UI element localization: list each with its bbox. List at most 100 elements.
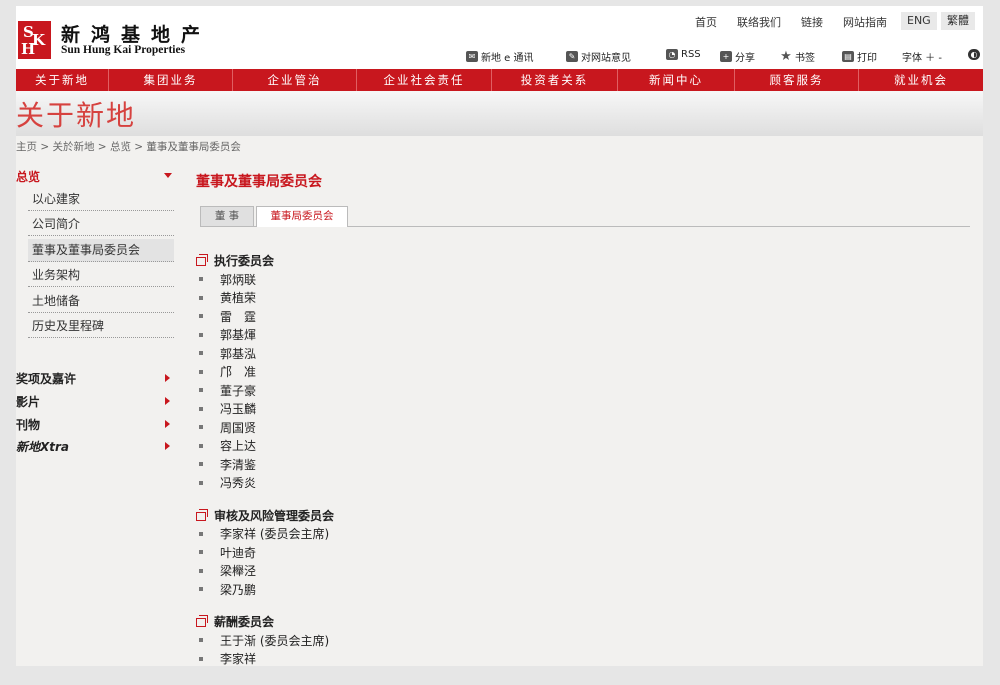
lang-tc[interactable]: 繁體: [941, 12, 975, 30]
member-name: 雷 霆: [220, 309, 257, 324]
sidebar-item-active[interactable]: 董事及董事局委员会: [28, 239, 174, 262]
rss-icon: ◔: [666, 49, 678, 60]
member-name: 梁櫸泾: [220, 564, 257, 578]
member-item: 雷 霆: [196, 308, 256, 325]
committee-title-label: 执行委员会: [214, 254, 275, 268]
nav-about[interactable]: 关于新地: [16, 69, 109, 91]
nav-news[interactable]: 新闻中心: [618, 69, 735, 91]
top-link-home[interactable]: 首页: [695, 14, 717, 30]
nav-investor[interactable]: 投资者关系: [492, 69, 618, 91]
committee-title-label: 审核及风险管理委员会: [214, 508, 335, 523]
print-icon: ▤: [842, 51, 854, 62]
sidebar-item[interactable]: 公司简介: [28, 213, 174, 236]
shk-logo[interactable]: SKH: [18, 21, 51, 59]
tab-committees[interactable]: 董事局委员会: [256, 206, 348, 227]
sidebar-item[interactable]: 历史及里程碑: [28, 315, 174, 338]
member-name: 黄植荣: [220, 291, 257, 305]
bullet-icon: [199, 425, 203, 429]
logo-mark: SKH: [21, 23, 46, 58]
member-item: 叶迪奇: [196, 544, 256, 561]
sidebar-category[interactable]: 刊物: [16, 416, 174, 434]
browser-frame: SKH 新鸿基地产 Sun Hung Kai Properties 首页 联络我…: [0, 0, 1000, 685]
member-item: 郭基煇: [196, 326, 256, 343]
window-icon: [196, 254, 208, 266]
brand-name-cn: 新鸿基地产: [61, 24, 212, 46]
sidebar-category-label: 刊物: [16, 418, 41, 432]
bullet-icon: [199, 277, 203, 281]
main-nav: 关于新地 集团业务 企业管治 企业社会责任 投资者关系 新闻中心 顾客服务 就业…: [16, 69, 983, 91]
sidebar-category[interactable]: 奖项及嘉许: [16, 370, 174, 388]
tab-directors[interactable]: 董 事: [200, 206, 254, 226]
page-banner: 关于新地: [16, 91, 983, 136]
bullet-icon: [199, 480, 203, 485]
nav-governance[interactable]: 企业管治: [233, 69, 357, 91]
committee-title-label: 薪酬委员会: [214, 615, 275, 629]
lang-eng[interactable]: ENG: [901, 12, 937, 30]
member-item: 郭基泓: [196, 345, 256, 362]
member-name: 叶迪奇: [220, 545, 257, 560]
arrow-right-icon: [165, 374, 170, 382]
member-name: 李清鉴: [220, 457, 257, 472]
contrast-icon: ◐: [968, 49, 980, 60]
caret-down-icon: [164, 173, 172, 178]
bullet-icon: [199, 388, 203, 392]
top-link-sitemap[interactable]: 网站指南: [843, 14, 887, 30]
tab-bar: 董 事 董事局委员会: [200, 206, 970, 227]
tool-share[interactable]: + 分享: [720, 49, 755, 64]
member-item: 王于渐 (委员会主席): [196, 632, 329, 649]
brand-name-en: Sun Hung Kai Properties: [61, 44, 186, 56]
tool-feedback[interactable]: ✎ 对网站意见: [566, 49, 631, 64]
top-link-links[interactable]: 链接: [801, 14, 823, 30]
tool-fontsize[interactable]: 字体 ＋ -: [902, 49, 942, 64]
member-name: 郭基煇: [220, 328, 257, 342]
enews-icon: ✉: [466, 51, 478, 62]
member-item: 董子豪: [196, 382, 256, 399]
committee-title: 执行委员会: [196, 252, 274, 269]
bullet-icon: [199, 550, 203, 554]
bullet-icon: [199, 443, 203, 448]
member-name: 冯玉麟: [220, 402, 257, 416]
tool-feedback-label: 对网站意见: [581, 53, 631, 64]
page: SKH 新鸿基地产 Sun Hung Kai Properties 首页 联络我…: [16, 6, 983, 666]
committee-title: 薪酬委员会: [196, 613, 274, 630]
sidebar-category[interactable]: 影片: [16, 393, 174, 411]
tool-print[interactable]: ▤ 打印: [842, 49, 877, 64]
member-name: 郭基泓: [220, 346, 257, 361]
bullet-icon: [199, 314, 203, 318]
arrow-right-icon: [165, 420, 170, 428]
tool-contrast[interactable]: ◐: [968, 49, 980, 60]
bullet-icon: [199, 531, 203, 536]
member-item: 梁乃鹏: [196, 581, 256, 598]
member-item: 冯玉麟: [196, 400, 256, 417]
member-name: 董子豪: [220, 383, 257, 398]
window-icon: [196, 508, 208, 521]
tool-rss[interactable]: ◔ RSS: [666, 49, 701, 60]
star-icon: ★: [780, 49, 792, 64]
sidebar-item[interactable]: 以心建家: [28, 188, 174, 211]
member-item: 李清鉴: [196, 456, 256, 473]
bullet-icon: [199, 406, 203, 411]
member-item: 邝 准: [196, 363, 256, 380]
tool-enews-label: 新地 e 通讯: [481, 53, 534, 64]
sidebar-item[interactable]: 业务架构: [28, 264, 174, 287]
bullet-icon: [199, 332, 203, 337]
nav-business[interactable]: 集团业务: [109, 69, 233, 91]
bullet-icon: [199, 369, 203, 374]
bullet-icon: [199, 568, 203, 573]
tool-enews[interactable]: ✉ 新地 e 通讯: [466, 49, 534, 64]
tool-fontsize-label: 字体 ＋ -: [902, 53, 942, 64]
member-name: 王于渐 (委员会主席): [220, 633, 330, 648]
tool-bookmark[interactable]: ★ 书签: [780, 49, 815, 64]
member-item: 冯秀炎: [196, 474, 256, 491]
nav-csr[interactable]: 企业社会责任: [357, 69, 492, 91]
sidebar-category[interactable]: 新地Xtra: [16, 438, 174, 456]
sidebar-heading-overview[interactable]: 总览: [16, 168, 174, 188]
breadcrumb[interactable]: 主页 > 关於新地 > 总览 > 董事及董事局委员会: [16, 139, 241, 154]
top-link-contact[interactable]: 联络我们: [737, 14, 781, 30]
sidebar-item[interactable]: 土地储备: [28, 290, 174, 313]
member-name: 梁乃鹏: [220, 582, 257, 597]
member-name: 周国贤: [220, 420, 257, 435]
feedback-icon: ✎: [566, 51, 578, 62]
nav-careers[interactable]: 就业机会: [859, 69, 983, 91]
nav-customer[interactable]: 顾客服务: [735, 69, 859, 91]
